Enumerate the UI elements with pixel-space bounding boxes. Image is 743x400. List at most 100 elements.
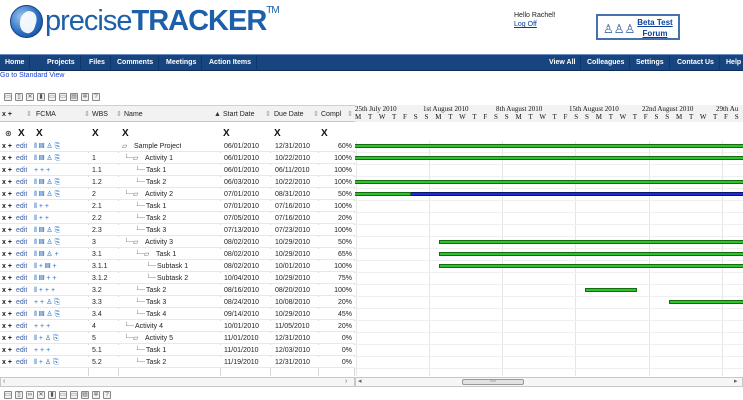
task-name[interactable]: Task 2 [146,177,166,188]
col-compl-header[interactable]: Compl [321,106,341,123]
edit-link[interactable]: edit [16,333,27,344]
filter-clear-start[interactable]: X [223,128,230,139]
col-name-header[interactable]: Name [124,106,143,123]
task-name[interactable]: Task 1 [146,201,166,212]
settings-icon[interactable]: ✲ [81,93,89,101]
edit-link[interactable]: edit [16,225,27,236]
edit-link[interactable]: edit [16,321,27,332]
export-icon[interactable]: ▤ [81,391,89,399]
nav-comments[interactable]: Comments [112,55,160,71]
folder-icon[interactable]: ▱ [144,249,149,260]
row-action-icons[interactable]: ⫴ ▤ ♙ ⎘ [34,141,86,152]
row-controls[interactable]: x + [2,333,12,344]
sort-icon[interactable]: ⇕ [84,106,90,123]
row-controls[interactable]: x + [2,237,12,248]
nav-colleagues[interactable]: Colleagues [582,55,631,71]
link-icon[interactable]: ∞ [26,391,34,399]
row-controls[interactable]: x + [2,357,12,368]
edit-link[interactable]: edit [16,309,27,320]
task-name[interactable]: Task 2 [146,285,166,296]
row-controls[interactable]: x + [2,141,12,152]
open-folder-icon[interactable]: ▭ [59,93,67,101]
sort-icon[interactable]: ⇕ [265,106,271,123]
scroll-left-icon[interactable]: ◂ [358,378,362,386]
sort-asc-icon[interactable]: ▲ [214,106,221,123]
row-action-icons[interactable]: ⫴ ▤ + + [34,273,86,284]
row-action-icons[interactable]: ⫴ ▤ ♙ ⎘ [34,309,86,320]
folder-icon[interactable]: ▭ [59,391,67,399]
task-name[interactable]: Task 2 [146,213,166,224]
gantt-bar[interactable] [668,300,743,304]
folder-icon[interactable]: ▱ [133,333,138,344]
folder-icon[interactable]: ▱ [133,237,138,248]
row-action-icons[interactable]: ⫴ ▤ ♙ ⎘ [34,153,86,164]
task-name[interactable]: Task 1 [146,165,166,176]
sort-icon[interactable]: ⇕ [116,106,122,123]
gantt-bar-progress[interactable] [355,192,411,196]
edit-link[interactable]: edit [16,201,27,212]
task-name[interactable]: Task 3 [146,225,166,236]
sort-icon[interactable]: ⇕ [347,106,353,123]
nav-action-items[interactable]: Action Items [204,55,258,71]
row-controls[interactable]: x + [2,165,12,176]
gantt-bar[interactable] [438,252,743,256]
row-controls[interactable]: x + [2,249,12,260]
grid-horizontal-scrollbar[interactable]: ‹ › [0,377,355,387]
row-action-icons[interactable]: ⫴ + + [34,213,86,224]
gantt-bar[interactable] [438,264,743,268]
row-controls[interactable]: x + [2,225,12,236]
filter-clear-name[interactable]: X [122,128,129,139]
export-icon[interactable]: ▤ [70,93,78,101]
row-controls[interactable]: x + [2,177,12,188]
gantt-horizontal-scrollbar[interactable]: ◂ ⋯ ▸ [355,377,743,387]
nav-home[interactable]: Home [0,55,31,71]
row-action-icons[interactable]: + + + [34,165,86,176]
row-controls[interactable]: x + [2,201,12,212]
row-controls[interactable]: x + [2,213,12,224]
task-name[interactable]: Activity 2 [145,189,173,200]
task-name[interactable]: Task 1 [156,249,176,260]
sort-icon[interactable]: ⇕ [313,106,319,123]
folder-icon[interactable]: ▱ [133,153,138,164]
filter-clear-fcma[interactable]: X [36,128,43,139]
row-action-icons[interactable]: ⫴ ▤ ♙ ⎘ [34,177,86,188]
filter-clear-ctl[interactable]: X [18,128,25,139]
folder-icon[interactable]: ▱ [122,141,127,152]
row-action-icons[interactable]: ⫴ + + [34,201,86,212]
nav-projects[interactable]: Projects [42,55,81,71]
edit-link[interactable]: edit [16,297,27,308]
nav-meetings[interactable]: Meetings [161,55,203,71]
edit-link[interactable]: edit [16,237,27,248]
row-controls[interactable]: x + [2,273,12,284]
cut-icon[interactable]: ✕ [37,391,45,399]
row-action-icons[interactable]: + + ♙ ⎘ [34,297,86,308]
edit-link[interactable]: edit [16,285,27,296]
edit-link[interactable]: edit [16,141,27,152]
beta-test-forum-button[interactable]: ♙♙♙ Beta Test Forum [596,14,680,40]
row-action-icons[interactable]: ⫴ + ♙ ⎘ [34,357,86,368]
delete-icon[interactable]: ▮ [37,93,45,101]
task-name[interactable]: Activity 4 [135,321,163,332]
print-icon[interactable]: ▭ [4,391,12,399]
edit-link[interactable]: edit [16,153,27,164]
task-name[interactable]: Task 3 [146,297,166,308]
task-name[interactable]: Subtask 1 [157,261,188,272]
edit-link[interactable]: edit [16,261,27,272]
edit-link[interactable]: edit [16,165,27,176]
edit-link[interactable]: edit [16,177,27,188]
edit-link[interactable]: edit [16,249,27,260]
scroll-right-icon[interactable]: ▸ [734,378,738,386]
cut-icon[interactable]: ✕ [26,93,34,101]
copy-icon[interactable]: ▯ [15,391,23,399]
nav-help[interactable]: Help [721,55,743,71]
filter-clear-compl[interactable]: X [321,128,328,139]
nav-view-all[interactable]: View All [544,55,582,71]
task-name[interactable]: Activity 1 [145,153,173,164]
row-action-icons[interactable]: ⫴ ▤ ♙ ⎘ [34,237,86,248]
nav-files[interactable]: Files [84,55,111,71]
edit-link[interactable]: edit [16,273,27,284]
col-start-header[interactable]: Start Date [223,106,255,123]
copy-icon[interactable]: ▯ [15,93,23,101]
filter-clear-due[interactable]: X [274,128,281,139]
print-icon[interactable]: ▭ [4,93,12,101]
